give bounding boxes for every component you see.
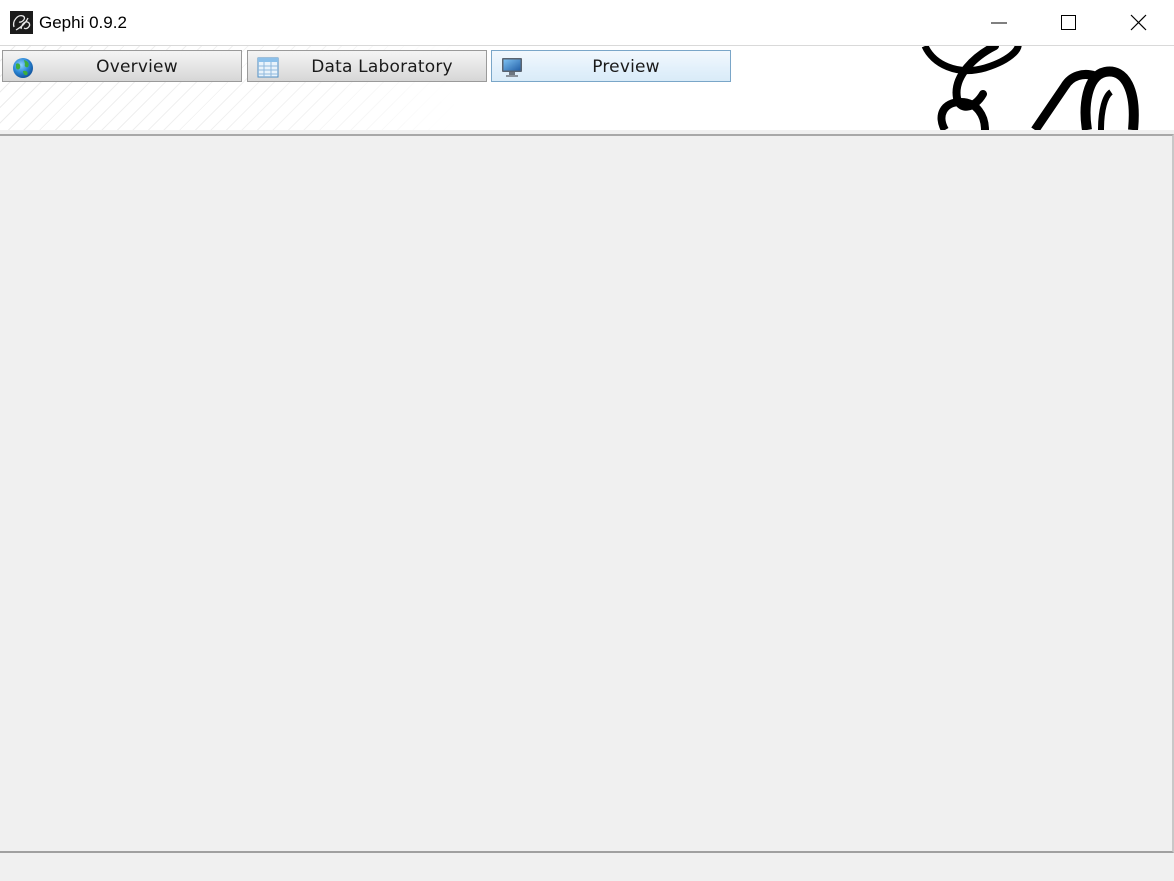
- minimize-icon: [991, 22, 1007, 24]
- close-icon: [1130, 14, 1147, 31]
- tab-preview[interactable]: Preview: [491, 50, 731, 82]
- tab-preview-label: Preview: [592, 57, 660, 77]
- monitor-icon: [502, 58, 522, 77]
- minimize-button[interactable]: [964, 0, 1034, 46]
- close-button[interactable]: [1104, 0, 1174, 46]
- workspace-banner: Overview Data Laboratory Preview: [0, 46, 1174, 130]
- gephi-logo: [921, 46, 1139, 130]
- tab-data-laboratory-label: Data Laboratory: [311, 57, 453, 77]
- gephi-window: Gephi 0.9.2 Overview Data Laboratory Pre…: [0, 0, 1174, 881]
- tab-overview[interactable]: Overview: [2, 50, 242, 82]
- title-bar: Gephi 0.9.2: [0, 0, 1174, 46]
- main-workspace-panel[interactable]: [0, 134, 1174, 853]
- status-bar: [0, 853, 1174, 881]
- window-title: Gephi 0.9.2: [39, 13, 127, 32]
- tab-data-laboratory[interactable]: Data Laboratory: [247, 50, 487, 82]
- globe-icon: [13, 58, 33, 78]
- gephi-app-icon: [10, 11, 33, 34]
- tab-overview-label: Overview: [96, 57, 178, 77]
- maximize-icon: [1061, 15, 1076, 30]
- maximize-button[interactable]: [1034, 0, 1104, 46]
- table-icon: [257, 57, 279, 78]
